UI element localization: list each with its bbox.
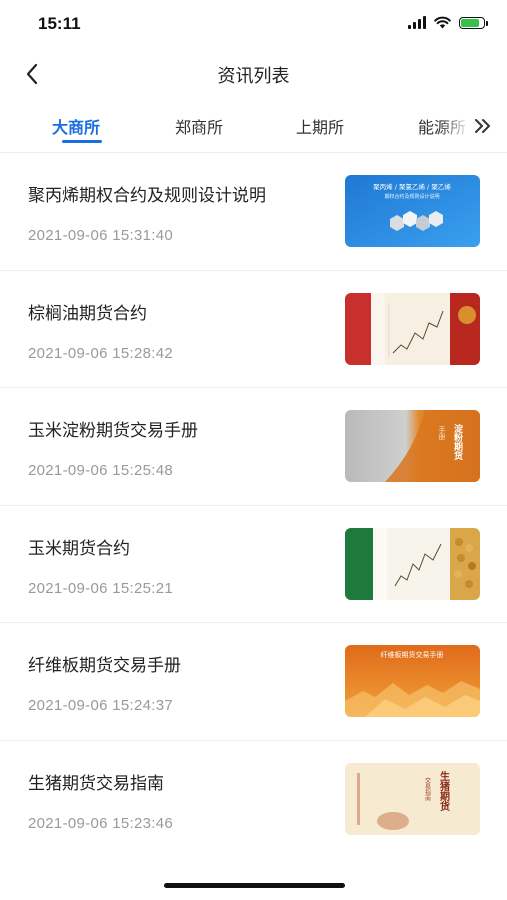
news-title: 纤维板期货交易手册 [28, 656, 181, 676]
news-time: 2021-09-06 15:24:37 [28, 697, 173, 714]
news-time: 2021-09-06 15:23:46 [28, 814, 173, 832]
news-title: 生猪期货交易指南 [28, 773, 164, 794]
thumb-text: 淀粉期货 [452, 423, 463, 461]
nav-bar: 资讯列表 [0, 52, 507, 96]
news-thumbnail: 淀粉期货 手册 [345, 410, 480, 482]
status-icons [408, 16, 488, 29]
news-thumbnail [345, 527, 480, 600]
news-time: 2021-09-06 15:25:48 [28, 462, 173, 479]
double-chevron-right-icon [475, 119, 490, 133]
status-time: 15:11 [38, 14, 81, 33]
news-item[interactable]: 聚丙烯期权合约及规则设计说明 2021-09-06 15:31:40 聚丙烯 /… [0, 153, 507, 271]
news-item[interactable]: 生猪期货交易指南 2021-09-06 15:23:46 生猪期货 交易指南 [0, 741, 507, 859]
battery-icon [459, 16, 488, 29]
news-item[interactable]: 纤维板期货交易手册 2021-09-06 15:24:37 纤维板期货交易手册 [0, 623, 507, 741]
status-bar: 15:11 [0, 0, 507, 50]
cellular-signal-icon [408, 16, 426, 29]
thumb-subtext: 手册 [438, 425, 446, 441]
home-indicator [164, 883, 345, 888]
news-title: 玉米淀粉期货交易手册 [28, 421, 198, 441]
news-thumbnail: 聚丙烯 / 聚氯乙烯 / 聚乙烯 期权合约及规则设计说明 [345, 175, 480, 247]
wifi-icon [434, 16, 451, 29]
news-time: 2021-09-06 15:28:42 [28, 344, 173, 362]
news-title: 聚丙烯期权合约及规则设计说明 [28, 186, 266, 206]
news-title: 棕榈油期货合约 [28, 303, 147, 324]
active-tab-indicator [62, 140, 102, 143]
news-time: 2021-09-06 15:31:40 [28, 227, 173, 244]
news-list: 聚丙烯期权合约及规则设计说明 2021-09-06 15:31:40 聚丙烯 /… [0, 153, 507, 858]
page-title: 资讯列表 [217, 66, 290, 87]
thumb-subtext: 期权合约及规则设计说明 [384, 193, 439, 200]
news-item[interactable]: 玉米期货合约 2021-09-06 15:25:21 [0, 506, 507, 623]
battery-level [461, 18, 479, 27]
thumb-text: 聚丙烯 / 聚氯乙烯 / 聚乙烯 [373, 182, 451, 191]
news-item[interactable]: 棕榈油期货合约 2021-09-06 15:28:42 [0, 271, 507, 388]
tab-shfe[interactable]: 上期所 [296, 114, 344, 138]
news-thumbnail [345, 292, 480, 365]
thumb-text: 纤维板期货交易手册 [381, 650, 444, 659]
news-title: 玉米期货合约 [28, 538, 130, 559]
tab-dce[interactable]: 大商所 [52, 114, 100, 138]
news-item[interactable]: 玉米淀粉期货交易手册 2021-09-06 15:25:48 淀粉期货 手册 [0, 388, 507, 506]
news-time: 2021-09-06 15:25:21 [28, 579, 173, 597]
more-tabs-button[interactable] [466, 112, 500, 140]
tab-czce[interactable]: 郑商所 [175, 114, 223, 138]
exchange-tabs: 大商所 郑商所 上期所 能源所 [0, 104, 507, 152]
news-thumbnail: 纤维板期货交易手册 [345, 645, 480, 717]
thumb-subtext: 交易指南 [424, 776, 431, 801]
news-thumbnail: 生猪期货 交易指南 [345, 762, 480, 835]
